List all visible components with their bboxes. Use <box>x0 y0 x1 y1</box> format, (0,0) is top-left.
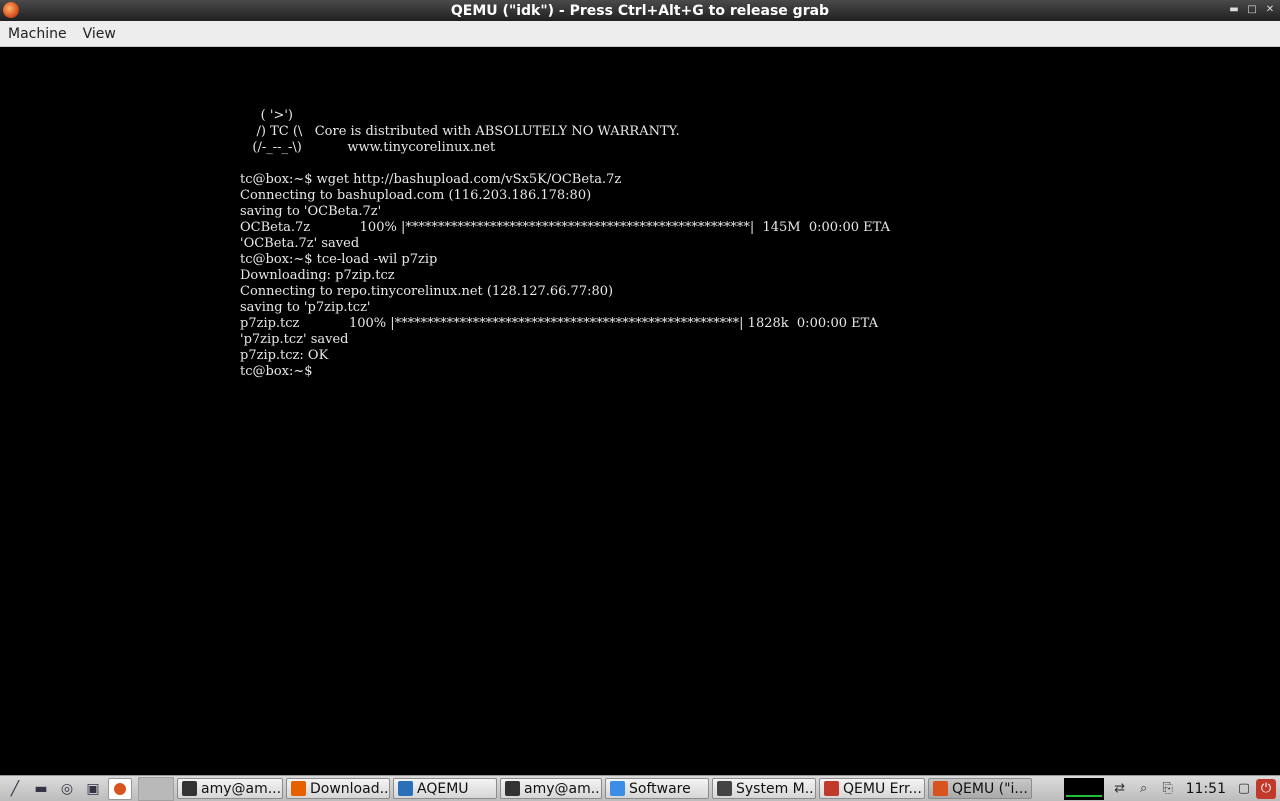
bug-icon <box>824 781 839 796</box>
aqemu-icon <box>398 781 413 796</box>
console-line: (/-_--_-\) www.tinycorelinux.net <box>240 140 496 155</box>
firefox-icon <box>291 781 306 796</box>
vm-screen[interactable]: ( '>') /) TC (\ Core is distributed with… <box>0 47 1280 775</box>
console-line: Connecting to repo.tinycorelinux.net (12… <box>240 284 614 299</box>
menu-view[interactable]: View <box>75 26 124 42</box>
qemu-icon <box>933 781 948 796</box>
close-icon[interactable]: ✕ <box>1264 2 1276 18</box>
taskbar-button-label: Download... <box>310 780 390 797</box>
network-icon[interactable]: ⇄ <box>1110 779 1130 799</box>
taskbar-button[interactable]: AQEMU <box>393 778 497 799</box>
console-output: ( '>') /) TC (\ Core is distributed with… <box>240 108 890 380</box>
taskbar-button[interactable]: amy@am... <box>500 778 602 799</box>
taskbar: ╱ ▬ ◎ ▣ amy@am... Download... AQEMU amy@am.… <box>0 775 1280 801</box>
console-line: /) TC (\ Core is distributed with ABSOLU… <box>240 124 680 139</box>
network-globe-icon[interactable]: ◎ <box>56 779 78 799</box>
console-line: saving to 'OCBeta.7z' <box>240 204 382 219</box>
menubar: Machine View <box>0 21 1280 47</box>
display-icon[interactable]: ▢ <box>1234 779 1254 799</box>
taskbar-button[interactable]: QEMU ("i... <box>928 778 1032 799</box>
console-line: 'OCBeta.7z' saved <box>240 236 360 251</box>
clock[interactable]: 11:51 <box>1180 781 1232 797</box>
terminal-icon <box>505 781 520 796</box>
taskbar-button[interactable]: amy@am... <box>177 778 283 799</box>
console-line: ( '>') <box>240 108 293 123</box>
console-line: saving to 'p7zip.tcz' <box>240 300 371 315</box>
monitor-icon <box>717 781 732 796</box>
menu-machine[interactable]: Machine <box>0 26 75 42</box>
taskbar-button[interactable]: Download... <box>286 778 390 799</box>
console-line: p7zip.tcz: OK <box>240 348 329 363</box>
restore-icon[interactable]: □ <box>1246 2 1258 18</box>
software-icon <box>610 781 625 796</box>
qemu-app-icon[interactable] <box>3 2 19 18</box>
taskbar-button-label: System M... <box>736 780 816 797</box>
taskbar-button-label: amy@am... <box>201 780 282 797</box>
taskbar-button-label: QEMU Err... <box>843 780 922 797</box>
cpu-monitor-graph <box>1063 777 1104 800</box>
taskbar-button-label: Software <box>629 780 691 797</box>
taskbar-button-label: QEMU ("i... <box>952 780 1028 797</box>
system-tray: ⇄ ⌕ ⎘ 11:51 ▢ ⏻ <box>1063 776 1280 801</box>
console-line: p7zip.tcz 100% |************************… <box>240 316 878 331</box>
console-line: Connecting to bashupload.com (116.203.18… <box>240 188 592 203</box>
taskbar-button[interactable]: Software <box>605 778 709 799</box>
taskbar-button-label: amy@am... <box>524 780 602 797</box>
taskbar-button[interactable]: System M... <box>712 778 816 799</box>
console-line: tc@box:~$ wget http://bashupload.com/vSx… <box>240 172 622 187</box>
window-switcher-icon[interactable]: ▣ <box>82 779 104 799</box>
taskbar-button-label: AQEMU <box>417 780 469 797</box>
console-line: OCBeta.7z 100% |************************… <box>240 220 890 235</box>
workspace-pager[interactable] <box>138 776 174 801</box>
console-line: 'p7zip.tcz' saved <box>240 332 349 347</box>
task-list: amy@am... Download... AQEMU amy@am... Softwa… <box>174 778 1032 799</box>
window-title: QEMU ("idk") - Press Ctrl+Alt+G to relea… <box>450 2 830 19</box>
console-line: tc@box:~$ <box>240 364 313 379</box>
menu-launcher-icon[interactable]: ╱ <box>4 779 26 799</box>
console-line: Downloading: p7zip.tcz <box>240 268 395 283</box>
minimize-icon[interactable]: ▬ <box>1228 2 1240 18</box>
power-icon[interactable]: ⏻ <box>1256 778 1276 799</box>
clipboard-icon[interactable]: ⎘ <box>1158 779 1178 799</box>
taskbar-button[interactable]: QEMU Err... <box>819 778 925 799</box>
show-desktop-icon[interactable]: ▬ <box>30 779 52 799</box>
console-line: tc@box:~$ tce-load -wil p7zip <box>240 252 438 267</box>
search-icon[interactable]: ⌕ <box>1134 779 1154 799</box>
window-controls: ▬ □ ✕ <box>1228 2 1276 18</box>
terminal-icon <box>182 781 197 796</box>
qemu-launcher-icon[interactable] <box>108 777 132 800</box>
window-titlebar[interactable]: QEMU ("idk") - Press Ctrl+Alt+G to relea… <box>0 0 1280 21</box>
